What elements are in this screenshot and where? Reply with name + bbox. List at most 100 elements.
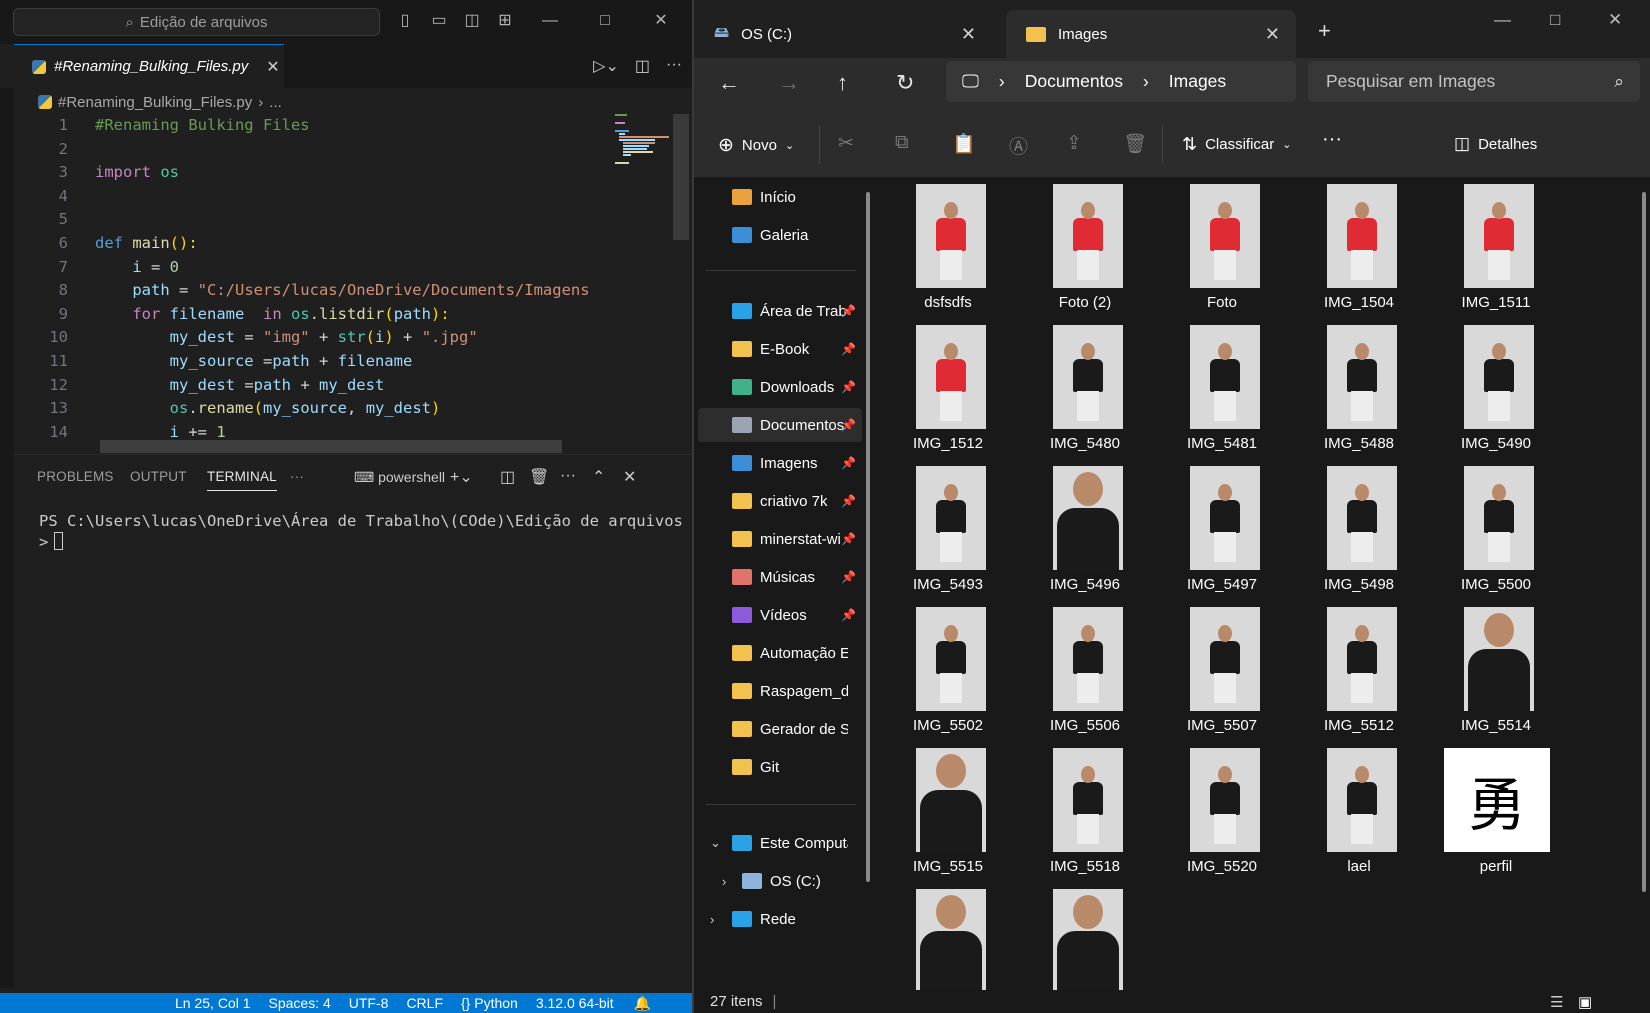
code-line[interactable]: 10 my_dest = "img" + str(i) + ".jpg" <box>14 326 672 350</box>
nav-item[interactable]: Músicas 📌 <box>698 560 862 594</box>
file-item[interactable]: IMG_5512 <box>1295 601 1423 742</box>
toggle-sidebar-icon[interactable]: ▯ <box>396 12 414 30</box>
customize-layout-icon[interactable]: ⊞ <box>496 12 514 30</box>
explorer-tab-os-c[interactable]: 🖴 OS (C:) ✕ <box>694 10 992 58</box>
file-item[interactable]: 勇 perfil <box>1432 742 1560 883</box>
editor-vertical-scrollbar[interactable] <box>673 114 689 240</box>
code-line[interactable]: 2 <box>14 138 672 162</box>
file-item[interactable]: IMG_1511 <box>1432 178 1560 319</box>
close-window-icon[interactable]: ✕ <box>1608 10 1622 30</box>
file-item[interactable]: IMG_5507 <box>1158 601 1286 742</box>
nav-item[interactable]: E-Book 📌 <box>698 332 862 366</box>
nav-item[interactable]: Gerador de Sen <box>698 712 862 746</box>
run-icon[interactable]: ▷⌄ <box>593 56 619 76</box>
more-actions-icon[interactable]: ··· <box>666 56 682 76</box>
chevron-right-icon[interactable]: › <box>710 912 714 927</box>
nav-item[interactable]: ⌄ Este Computad <box>698 826 862 860</box>
terminal-more-icon[interactable]: ··· <box>560 467 576 485</box>
command-center-search[interactable]: ⌕ Edição de arquivos <box>13 8 380 36</box>
status-language[interactable]: {} Python <box>461 995 518 1011</box>
new-terminal-icon[interactable]: +⌄ <box>450 467 473 487</box>
code-line[interactable]: 8 path = "C:/Users/lucas/OneDrive/Docume… <box>14 279 672 303</box>
explorer-tab-images[interactable]: Images ✕ <box>1006 10 1296 58</box>
rename-icon[interactable]: Ⓐ <box>1009 132 1028 159</box>
up-arrow-icon[interactable]: ↑ <box>837 70 848 96</box>
nav-item[interactable]: minerstat-wi 📌 <box>698 522 862 556</box>
code-line[interactable]: 7 i = 0 <box>14 256 672 280</box>
nav-item[interactable]: Galeria <box>698 218 862 252</box>
nav-item[interactable]: › Rede <box>698 902 862 936</box>
nav-item[interactable]: Git <box>698 750 862 784</box>
split-terminal-icon[interactable]: ◫ <box>500 467 515 487</box>
minimap[interactable] <box>615 114 675 454</box>
status-interpreter[interactable]: 3.12.0 64-bit <box>536 995 614 1011</box>
file-item[interactable] <box>884 883 1012 990</box>
bell-icon[interactable]: 🔔 <box>634 995 651 1012</box>
nav-item[interactable]: criativo 7k 📌 <box>698 484 862 518</box>
code-line[interactable]: 11 my_source =path + filename <box>14 350 672 374</box>
sort-button[interactable]: ⇅ Classificar ⌄ <box>1182 134 1292 155</box>
file-item[interactable]: IMG_5502 <box>884 601 1012 742</box>
status-encoding[interactable]: UTF-8 <box>349 995 389 1011</box>
delete-icon[interactable]: 🗑 <box>1123 132 1147 156</box>
share-icon[interactable]: ⇪ <box>1066 132 1082 155</box>
tab-terminal[interactable]: TERMINAL <box>207 469 277 491</box>
file-item[interactable]: lael <box>1295 742 1423 883</box>
code-line[interactable]: 4 <box>14 185 672 209</box>
details-view-icon[interactable]: ☰ <box>1550 993 1563 1011</box>
breadcrumb-documentos[interactable]: Documentos <box>1025 71 1123 92</box>
editor-tab-active[interactable]: #Renaming_Bulking_Files.py ✕ <box>14 44 284 88</box>
navigation-pane-scrollbar[interactable] <box>866 192 870 882</box>
nav-item[interactable]: Automação E-m <box>698 636 862 670</box>
nav-item[interactable]: Raspagem_de_[ <box>698 674 862 708</box>
tab-problems[interactable]: PROBLEMS <box>37 469 114 484</box>
file-item[interactable]: IMG_5497 <box>1158 460 1286 601</box>
nav-item[interactable]: Vídeos 📌 <box>698 598 862 632</box>
file-item[interactable]: IMG_5514 <box>1432 601 1560 742</box>
file-item[interactable]: IMG_5490 <box>1432 319 1560 460</box>
maximize-panel-icon[interactable]: ⌃ <box>592 467 605 487</box>
cut-icon[interactable]: ✂ <box>838 132 854 155</box>
tiles-view-icon[interactable]: ▣ <box>1578 993 1592 1011</box>
file-item[interactable]: IMG_5515 <box>884 742 1012 883</box>
back-arrow-icon[interactable]: ← <box>718 70 740 96</box>
status-eol[interactable]: CRLF <box>406 995 443 1011</box>
terminal-instance[interactable]: ⌨ powershell <box>354 469 445 486</box>
chevron-down-icon[interactable]: ⌄ <box>710 835 721 851</box>
details-button[interactable]: ◫ Detalhes <box>1454 134 1537 154</box>
close-tab-icon[interactable]: ✕ <box>1265 24 1280 45</box>
terminal-output[interactable]: PS C:\Users\lucas\OneDrive\Área de Traba… <box>39 511 683 553</box>
close-tab-icon[interactable]: ✕ <box>961 24 976 45</box>
more-options-button[interactable]: ··· <box>1322 128 1342 151</box>
breadcrumb-file[interactable]: #Renaming_Bulking_Files.py <box>58 94 252 111</box>
breadcrumb-more[interactable]: ... <box>269 94 282 111</box>
status-cursor-position[interactable]: Ln 25, Col 1 <box>175 995 251 1011</box>
file-item[interactable]: IMG_5493 <box>884 460 1012 601</box>
new-button[interactable]: ⊕ Novo ⌄ <box>718 134 794 157</box>
maximize-icon[interactable]: □ <box>1550 10 1560 30</box>
paste-icon[interactable]: 📋 <box>952 132 976 156</box>
file-item[interactable] <box>1021 883 1149 990</box>
file-item[interactable]: IMG_5518 <box>1021 742 1149 883</box>
file-item[interactable]: IMG_5488 <box>1295 319 1423 460</box>
code-editor[interactable]: 1 #Renaming Bulking Files 2 3 import os 4 5 6 de… <box>14 114 672 454</box>
code-line[interactable]: 12 my_dest =path + my_dest <box>14 374 672 398</box>
toggle-panel-icon[interactable]: ▭ <box>430 12 448 30</box>
close-panel-icon[interactable]: ✕ <box>623 467 636 487</box>
file-item[interactable]: IMG_5496 <box>1021 460 1149 601</box>
nav-item[interactable]: Área de Trab 📌 <box>698 294 862 328</box>
maximize-icon[interactable]: □ <box>596 12 614 30</box>
file-item[interactable]: IMG_5498 <box>1295 460 1423 601</box>
file-item[interactable]: IMG_5520 <box>1158 742 1286 883</box>
code-line[interactable]: 13 os.rename(my_source, my_dest) <box>14 397 672 421</box>
file-item[interactable]: IMG_5480 <box>1021 319 1149 460</box>
code-line[interactable]: 3 import os <box>14 161 672 185</box>
search-input[interactable]: Pesquisar em Images ⌕ <box>1308 61 1640 102</box>
file-item[interactable]: IMG_1512 <box>884 319 1012 460</box>
status-indentation[interactable]: Spaces: 4 <box>269 995 331 1011</box>
code-line[interactable]: 5 <box>14 208 672 232</box>
address-bar[interactable]: 🖵 › Documentos › Images <box>946 61 1296 102</box>
nav-item[interactable]: Início <box>698 180 862 214</box>
new-tab-icon[interactable]: + <box>1318 18 1331 44</box>
editor-horizontal-scrollbar[interactable] <box>100 440 562 453</box>
